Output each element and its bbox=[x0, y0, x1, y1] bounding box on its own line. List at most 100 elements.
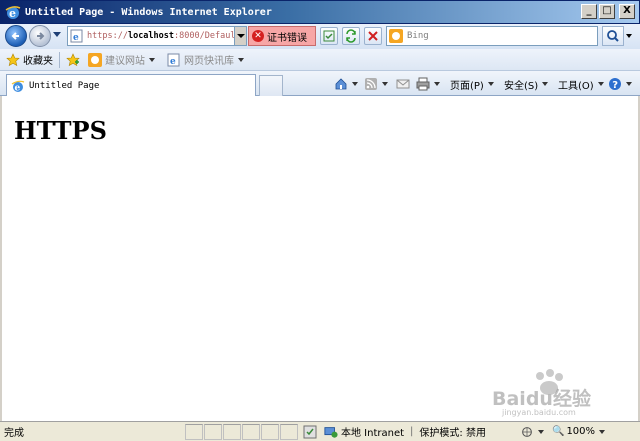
minimize-button[interactable]: _ bbox=[581, 4, 597, 19]
new-tab-button[interactable] bbox=[259, 75, 283, 96]
chevron-down-icon bbox=[626, 82, 632, 86]
mail-icon bbox=[396, 79, 410, 89]
security-zone-label[interactable]: 本地 Intranet bbox=[341, 424, 404, 439]
compatibility-view-button[interactable] bbox=[320, 27, 338, 45]
separator bbox=[59, 51, 60, 68]
history-dropdown-icon[interactable] bbox=[53, 32, 61, 37]
status-cell bbox=[204, 423, 222, 440]
svg-text:?: ? bbox=[612, 80, 618, 91]
help-icon: ? bbox=[609, 78, 621, 91]
chevron-down-icon bbox=[238, 57, 244, 62]
safety-menu-button[interactable]: 安全(S) bbox=[504, 75, 549, 93]
suggested-sites-label: 建议网站 bbox=[105, 56, 145, 67]
status-cell bbox=[223, 423, 241, 440]
suggested-sites-item[interactable]: 建议网站 bbox=[86, 49, 155, 71]
help-button[interactable]: ? bbox=[608, 75, 632, 93]
ie-icon: e bbox=[5, 6, 21, 20]
feeds-button[interactable] bbox=[364, 75, 388, 93]
svg-text:e: e bbox=[170, 57, 176, 67]
stop-button[interactable] bbox=[364, 27, 382, 45]
svg-text:e: e bbox=[15, 83, 21, 93]
zoom-dropdown-icon[interactable] bbox=[599, 429, 606, 434]
web-slice-icon: e bbox=[167, 53, 180, 67]
baidu-watermark: Baidu经验 jingyan.baidu.com bbox=[488, 368, 628, 423]
printer-icon bbox=[416, 77, 430, 91]
suggested-sites-icon bbox=[88, 52, 102, 67]
title-bar: e Untitled Page - Windows Internet Explo… bbox=[0, 0, 640, 24]
zoom-icon: 🔍 bbox=[551, 426, 565, 437]
address-bar[interactable]: e https://localhost:8000/Defaul bbox=[67, 26, 247, 46]
search-input[interactable]: Bing bbox=[407, 31, 429, 41]
refresh-button[interactable] bbox=[342, 27, 360, 45]
back-arrow-icon bbox=[11, 32, 19, 40]
status-cell bbox=[242, 423, 260, 440]
home-button[interactable] bbox=[334, 75, 358, 93]
bing-icon bbox=[389, 29, 403, 43]
safety-menu-label: 安全(S) bbox=[504, 80, 539, 92]
page-menu-button[interactable]: 页面(P) bbox=[450, 75, 494, 93]
zoom-level[interactable]: 100% bbox=[566, 426, 595, 437]
certificate-error-button[interactable]: ✕ 证书错误 bbox=[248, 26, 316, 46]
chevron-down-icon bbox=[597, 82, 604, 86]
chevron-down-icon bbox=[352, 82, 358, 86]
chevron-down-icon bbox=[434, 82, 440, 86]
tab-untitled-page[interactable]: e Untitled Page bbox=[6, 74, 256, 96]
search-options-dropdown-icon[interactable] bbox=[626, 34, 632, 38]
status-cell bbox=[185, 423, 203, 440]
chevron-down-icon[interactable] bbox=[537, 429, 544, 434]
status-divider: | bbox=[410, 426, 414, 437]
protected-mode-label[interactable]: 保护模式: 禁用 bbox=[419, 424, 486, 439]
page-icon: e bbox=[70, 29, 83, 43]
web-slice-gallery-item[interactable]: e 网页快讯库 bbox=[165, 49, 244, 71]
zoom-globe-icon[interactable] bbox=[520, 425, 534, 439]
watermark-subtext: jingyan.baidu.com bbox=[502, 408, 576, 417]
svg-text:e: e bbox=[9, 7, 16, 20]
tools-menu-label: 工具(O) bbox=[558, 80, 594, 92]
status-text: 完成 bbox=[4, 428, 24, 439]
svg-text:e: e bbox=[73, 33, 79, 43]
home-icon bbox=[335, 78, 347, 90]
favorites-bar: 收藏夹 建议网站 e 网页快讯库 bbox=[0, 49, 640, 71]
favorites-star-icon bbox=[6, 52, 20, 66]
chevron-down-icon bbox=[487, 82, 494, 86]
page-menu-label: 页面(P) bbox=[450, 80, 484, 92]
url-text[interactable]: https://localhost:8000/Defaul bbox=[87, 31, 235, 41]
page-heading: HTTPS bbox=[14, 116, 107, 145]
favorites-label: 收藏夹 bbox=[23, 56, 53, 67]
compatibility-icon bbox=[323, 30, 335, 42]
add-on-icon[interactable] bbox=[302, 424, 318, 440]
search-icon bbox=[607, 30, 619, 42]
ie-page-icon: e bbox=[11, 80, 25, 93]
chevron-down-icon bbox=[542, 82, 549, 86]
rss-feed-icon bbox=[365, 78, 377, 90]
tools-menu-button[interactable]: 工具(O) bbox=[558, 75, 604, 93]
favorites-button[interactable]: 收藏夹 bbox=[0, 49, 53, 71]
chevron-down-icon bbox=[382, 82, 388, 86]
read-mail-button[interactable] bbox=[396, 75, 410, 93]
error-icon: ✕ bbox=[252, 30, 264, 42]
print-button[interactable] bbox=[416, 75, 440, 93]
tab-label: Untitled Page bbox=[29, 80, 100, 91]
watermark-text: Baidu经验 bbox=[492, 388, 591, 410]
stop-icon bbox=[368, 31, 378, 41]
status-cell bbox=[261, 423, 279, 440]
close-button[interactable]: X bbox=[619, 4, 635, 19]
address-toolbar: e https://localhost:8000/Defaul ✕ 证书错误 B… bbox=[0, 24, 640, 49]
chevron-down-icon bbox=[149, 57, 155, 62]
maximize-button[interactable]: □ bbox=[599, 4, 615, 19]
forward-button[interactable] bbox=[29, 25, 51, 47]
window-title: Untitled Page - Windows Internet Explore… bbox=[25, 6, 272, 18]
status-bar: 完成 本地 Intranet | 保护模式: 禁用 🔍 100% bbox=[0, 421, 640, 441]
intranet-zone-icon bbox=[324, 426, 338, 438]
back-button[interactable] bbox=[5, 25, 27, 47]
certificate-error-label: 证书错误 bbox=[267, 32, 307, 44]
status-cell bbox=[280, 423, 298, 440]
add-to-favorites-bar-button[interactable] bbox=[66, 49, 80, 71]
add-favorite-icon bbox=[66, 52, 80, 66]
search-box[interactable]: Bing bbox=[386, 26, 598, 46]
refresh-icon bbox=[346, 29, 356, 43]
search-button[interactable] bbox=[602, 26, 624, 46]
forward-arrow-icon bbox=[37, 32, 45, 40]
address-dropdown-icon[interactable] bbox=[234, 27, 246, 45]
web-slice-gallery-label: 网页快讯库 bbox=[184, 56, 234, 67]
